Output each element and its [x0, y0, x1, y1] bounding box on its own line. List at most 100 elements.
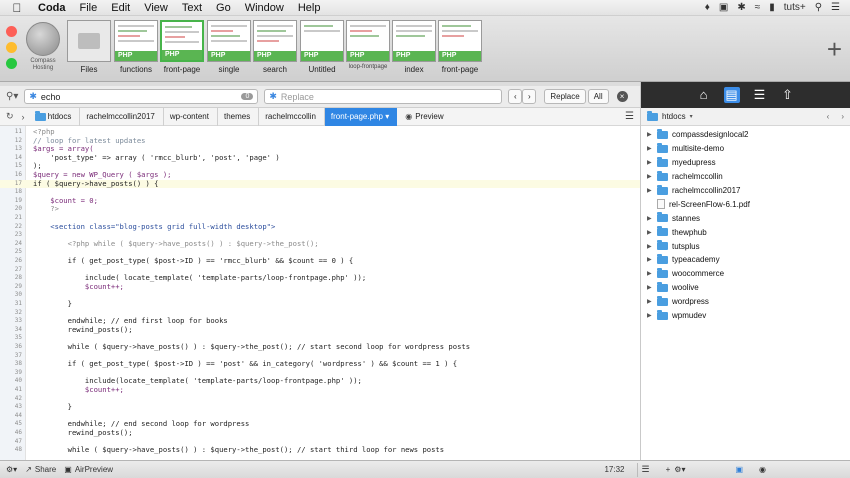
sidebar-gear-icon[interactable]: ⚙▾ [674, 465, 685, 474]
search-icon[interactable]: ⚲ [815, 2, 822, 13]
new-tab-plus-icon[interactable]: + [827, 36, 842, 62]
file-tree-item[interactable]: ▶ rachelmccollin [641, 170, 850, 184]
chevron-down-icon[interactable]: ▾ [690, 113, 693, 120]
forward-arrow-icon[interactable]: › [833, 112, 850, 121]
file-tree-item[interactable]: ▶ thewphub [641, 225, 850, 239]
code-line[interactable]: 31 } [0, 299, 640, 309]
forward-arrow-icon[interactable]: › [18, 112, 29, 122]
tab-search[interactable]: PHP search [253, 20, 297, 74]
disclosure-triangle-icon[interactable]: ▶ [647, 131, 653, 138]
code-line[interactable]: 46 rewind_posts(); [0, 428, 640, 438]
home-icon[interactable]: ⌂ [696, 87, 712, 103]
minimize-window-button[interactable] [6, 42, 17, 53]
code-line[interactable]: 26 if ( get_post_type( $post->ID ) == 'r… [0, 256, 640, 266]
site-button[interactable]: Compass Hosting [24, 22, 62, 72]
refresh-icon[interactable]: ↻ [0, 111, 18, 122]
file-tree-item[interactable]: ▶ compassdesignlocal2 [641, 128, 850, 142]
menu-view[interactable]: View [144, 2, 168, 14]
publish-arrow-icon[interactable]: ⇧ [780, 87, 796, 103]
file-tree-item[interactable]: ▶ typeacademy [641, 253, 850, 267]
code-editor[interactable]: 11 <?php 12// loop for latest updates 13 $ar… [0, 126, 640, 460]
dropbox-icon[interactable]: ♦ [705, 2, 710, 13]
breadcrumb-front-page-php[interactable]: front-page.php ▾ [324, 107, 398, 126]
menu-window[interactable]: Window [245, 2, 284, 14]
breadcrumb-wp-content[interactable]: wp-content [164, 107, 218, 126]
wifi-icon[interactable]: ≈ [755, 2, 761, 13]
tab-functions[interactable]: PHP functions [114, 20, 158, 74]
code-line[interactable]: 43 } [0, 403, 640, 412]
replace-input[interactable]: ✱ Replace [264, 89, 503, 104]
disclosure-triangle-icon[interactable]: ▶ [647, 215, 653, 222]
app-menu[interactable]: Coda [38, 2, 66, 14]
close-find-icon[interactable]: × [616, 91, 628, 102]
disclosure-triangle-icon[interactable]: ▶ [647, 159, 653, 166]
apple-menu-icon[interactable]:  [10, 1, 24, 15]
disclosure-triangle-icon[interactable]: ▶ [647, 284, 653, 291]
disclosure-triangle-icon[interactable]: ▶ [647, 243, 653, 250]
code-line[interactable]: 20 ?> [0, 205, 640, 214]
menu-go[interactable]: Go [216, 2, 231, 14]
menu-text[interactable]: Text [182, 2, 202, 14]
disclosure-triangle-icon[interactable]: ▶ [647, 256, 653, 263]
tab-front-page-2[interactable]: PHP front-page [438, 20, 482, 74]
menu-help[interactable]: Help [298, 2, 321, 14]
previous-match-button[interactable]: ‹ [508, 89, 523, 104]
add-file-plus-icon[interactable]: + [666, 465, 671, 474]
add-split-icon[interactable]: ☰ [625, 111, 640, 122]
preview-eye-icon[interactable]: ◉ [397, 112, 412, 121]
file-tree-item[interactable]: ▶ stannes [641, 211, 850, 225]
find-input[interactable]: ✱ echo 0 [24, 89, 259, 104]
disclosure-triangle-icon[interactable]: ▶ [647, 270, 653, 277]
tab-untitled[interactable]: PHP Untitled [300, 20, 344, 74]
menu-edit[interactable]: Edit [111, 2, 130, 14]
airpreview-button[interactable]: AirPreview [75, 465, 113, 474]
preview-link[interactable]: Preview [412, 112, 443, 121]
bluetooth-icon[interactable]: ✱ [737, 2, 745, 13]
local-files-icon[interactable]: ▣ [735, 465, 743, 474]
list-icon[interactable]: ☰ [752, 87, 768, 103]
code-line[interactable]: 42 [0, 395, 640, 404]
code-line[interactable]: 17 if ( $query->have_posts() ) { [0, 179, 640, 189]
file-tree-item[interactable]: rel-ScreenFlow-6.1.pdf [641, 197, 850, 211]
tab-loop-frontpage[interactable]: PHP loop-frontpage [346, 20, 390, 70]
file-tree-item[interactable]: ▶ myedupress [641, 156, 850, 170]
code-line[interactable]: 29 $count++; [0, 282, 640, 292]
battery-icon[interactable]: ▮ [769, 2, 775, 13]
file-tree-item[interactable]: ▶ wordpress [641, 295, 850, 309]
code-line[interactable]: 12// loop for latest updates [0, 136, 640, 146]
disclosure-triangle-icon[interactable]: ▶ [647, 298, 653, 305]
sidebar-root-label[interactable]: htdocs [662, 112, 686, 121]
user-menu[interactable]: tuts+ [784, 2, 806, 13]
breadcrumb-themes[interactable]: themes [218, 107, 260, 126]
remote-globe-icon[interactable]: ◉ [759, 465, 766, 474]
menu-file[interactable]: File [80, 2, 98, 14]
breadcrumb-htdocs[interactable]: htdocs [29, 107, 81, 126]
code-line[interactable]: 19 $count = 0; [0, 196, 640, 206]
disclosure-triangle-icon[interactable]: ▶ [647, 312, 653, 319]
camera-icon[interactable]: ▣ [719, 2, 728, 13]
zoom-window-button[interactable] [6, 58, 17, 69]
breadcrumb-rachelmccollin2017[interactable]: rachelmccollin2017 [80, 107, 164, 126]
menu-lines-icon[interactable]: ☰ [642, 464, 650, 475]
disclosure-triangle-icon[interactable]: ▶ [647, 145, 653, 152]
file-tree-item[interactable]: ▶ multisite-demo [641, 142, 850, 156]
code-line[interactable]: 36 while ( $query->have_posts() ) : $que… [0, 342, 640, 352]
tab-single[interactable]: PHP single [207, 20, 251, 74]
file-tree-item[interactable]: ▶ rachelmccollin2017 [641, 184, 850, 198]
replace-button[interactable]: Replace [544, 89, 586, 104]
code-line[interactable]: 48 while ( $query->have_posts() ) : $que… [0, 446, 640, 455]
file-tree-item[interactable]: ▶ woolive [641, 281, 850, 295]
tab-index[interactable]: PHP index [392, 20, 436, 74]
file-tree-item[interactable]: ▶ wpmudev [641, 309, 850, 323]
code-line[interactable]: 14 'post_type' => array ( 'rmcc_blurb', … [0, 153, 640, 163]
code-line[interactable]: 41 $count++; [0, 385, 640, 395]
replace-all-button[interactable]: All [587, 89, 609, 104]
find-options-search-icon[interactable]: ⚲▾ [6, 91, 18, 102]
back-arrow-icon[interactable]: ‹ [827, 112, 830, 121]
disclosure-triangle-icon[interactable]: ▶ [647, 187, 653, 194]
disclosure-triangle-icon[interactable]: ▶ [647, 173, 653, 180]
disclosure-triangle-icon[interactable]: ▶ [647, 229, 653, 236]
code-line[interactable]: 22 <section class="blog-posts grid full-… [0, 222, 640, 232]
file-tree-item[interactable]: ▶ woocommerce [641, 267, 850, 281]
breadcrumb-rachelmccollin[interactable]: rachelmccollin [259, 107, 325, 126]
